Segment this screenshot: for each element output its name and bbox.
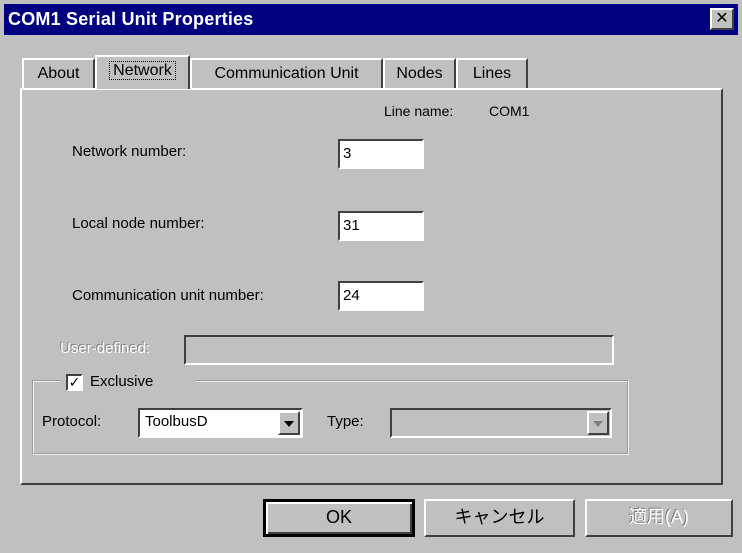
tab-communication-unit-label: Communication Unit: [214, 65, 359, 82]
tab-about[interactable]: About: [22, 58, 95, 88]
title-bar[interactable]: COM1 Serial Unit Properties ✕: [4, 4, 738, 35]
tab-network[interactable]: Network: [95, 55, 190, 89]
close-button[interactable]: ✕: [710, 8, 734, 30]
ok-button[interactable]: OK: [263, 499, 415, 537]
cancel-button[interactable]: キャンセル: [424, 499, 575, 537]
tab-lines[interactable]: Lines: [456, 58, 528, 88]
properties-dialog: COM1 Serial Unit Properties ✕ About Netw…: [0, 0, 742, 553]
tab-panel-network: [20, 88, 723, 485]
tab-network-label: Network: [109, 61, 176, 80]
tab-communication-unit[interactable]: Communication Unit: [190, 58, 383, 88]
apply-button: 適用(A): [585, 499, 733, 537]
tab-about-label: About: [37, 65, 80, 82]
tab-nodes[interactable]: Nodes: [383, 58, 456, 88]
tab-nodes-label: Nodes: [396, 65, 443, 82]
window-title: COM1 Serial Unit Properties: [8, 9, 254, 29]
tab-lines-label: Lines: [472, 65, 512, 82]
